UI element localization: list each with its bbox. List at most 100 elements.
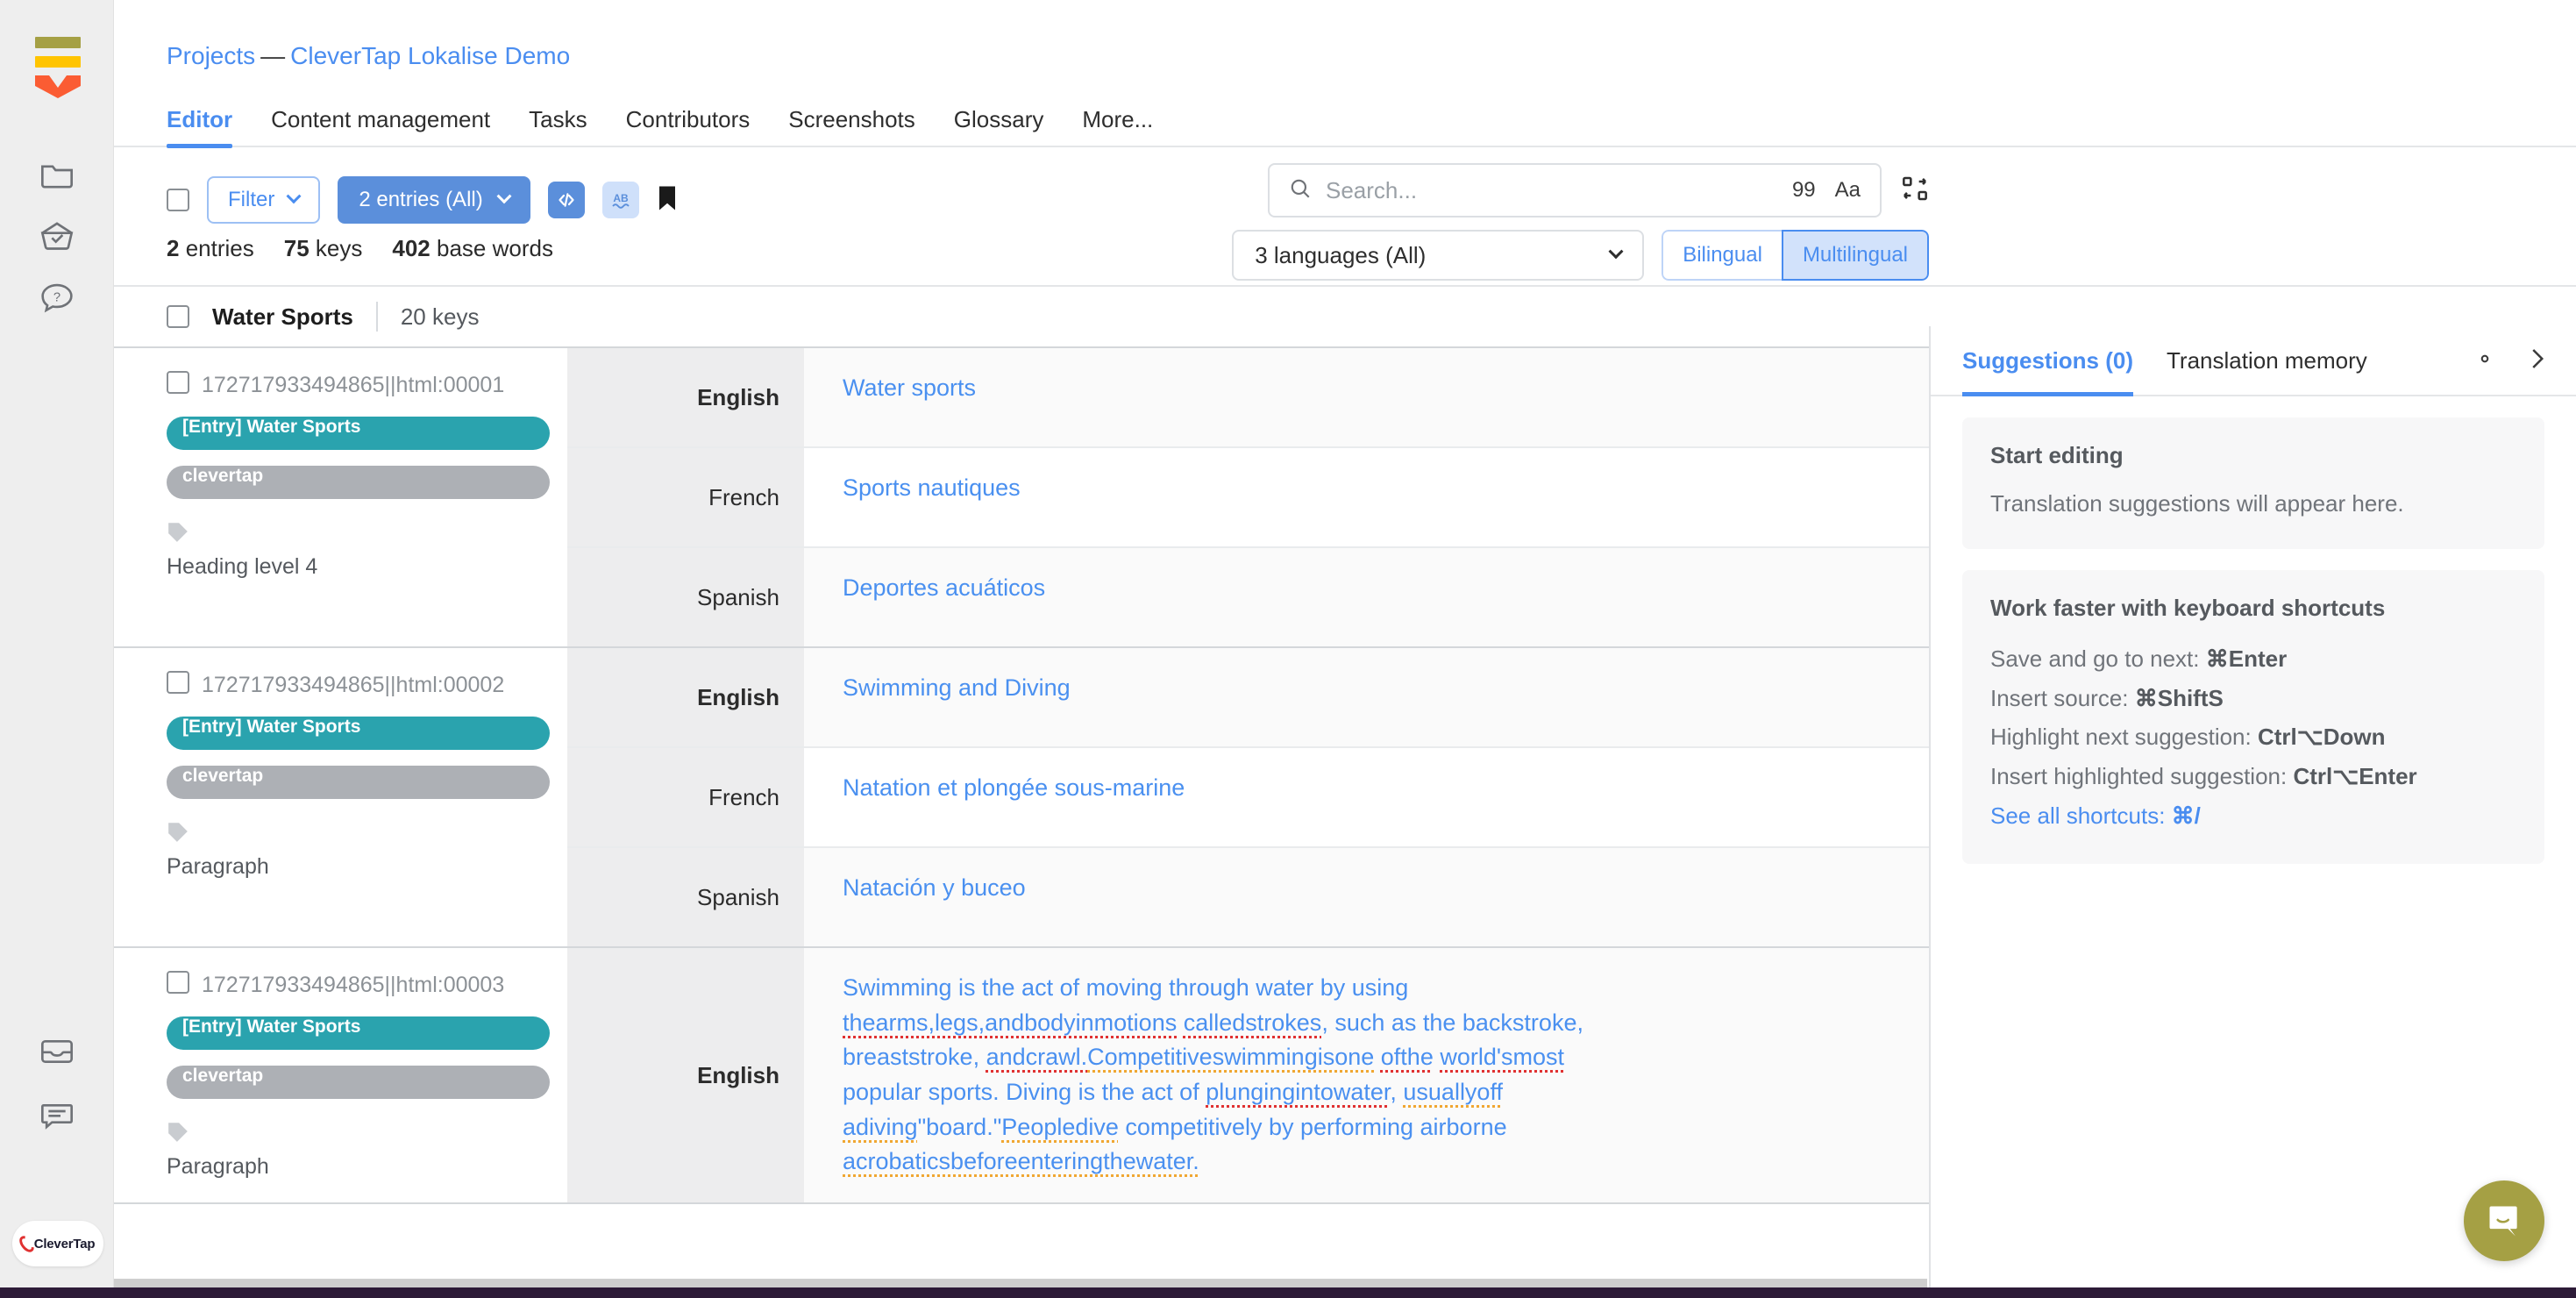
shortcut-line: Highlight next suggestion: Ctrl⌥Down (1990, 717, 2516, 757)
row-select-checkbox[interactable] (167, 371, 189, 394)
code-tags-icon[interactable] (547, 182, 585, 218)
key-id: 172717933494865||html:00003 (202, 973, 505, 997)
shortcut-label: Save and go to next: (1990, 645, 2206, 672)
inbox-icon[interactable] (33, 1028, 81, 1075)
chevron-down-icon (286, 189, 302, 204)
translation-value[interactable]: Natation et plongée sous-marine (843, 771, 1185, 806)
toolbar-left-group: Filter 2 entries (All) AB (114, 176, 678, 224)
left-rail: ? CleverTap (0, 0, 114, 1298)
multilingual-toggle[interactable]: Multilingual (1781, 230, 1929, 281)
search-box[interactable]: 99 Aa (1268, 163, 1882, 218)
select-all-checkbox[interactable] (167, 189, 189, 211)
tab-tasks[interactable]: Tasks (529, 106, 587, 146)
search-input[interactable] (1326, 176, 1778, 204)
bilingual-toggle[interactable]: Bilingual (1662, 230, 1782, 281)
account-badge[interactable]: CleverTap (12, 1221, 103, 1266)
key-cell: 172717933494865||html:00001 [Entry] Wate… (114, 348, 567, 646)
chevron-down-icon (496, 189, 512, 204)
bookmark-icon[interactable] (657, 185, 678, 216)
tab-more[interactable]: More... (1082, 106, 1153, 146)
shortcut-keys: Ctrl⌥Enter (2293, 763, 2417, 790)
entry-tag[interactable]: [Entry] Water Sports (167, 1016, 550, 1050)
count-entries-number: 2 (167, 235, 180, 261)
filter-button-label: Filter (228, 188, 275, 211)
panel-tabs: Suggestions (0) Translation memory (1931, 326, 2576, 396)
key-type-label: Heading level 4 (167, 553, 318, 579)
breadcrumb-projects[interactable]: Projects (167, 42, 255, 69)
translation-value[interactable]: Water sports (843, 371, 976, 406)
projects-icon[interactable] (33, 151, 81, 198)
project-tag[interactable]: clevertap (167, 765, 550, 799)
ab-spellcheck-icon[interactable]: AB (601, 182, 639, 218)
tab-screenshots[interactable]: Screenshots (788, 106, 915, 146)
key-cell: 172717933494865||html:00003 [Entry] Wate… (114, 948, 567, 1203)
breadcrumb-project[interactable]: CleverTap Lokalise Demo (290, 42, 570, 69)
project-tag[interactable]: clevertap (167, 1065, 550, 1099)
logo-bar-olive (35, 37, 81, 48)
entries-selector-button[interactable]: 2 entries (All) (338, 176, 530, 224)
search-result-count: 99 (1791, 178, 1816, 202)
horizontal-scrollbar[interactable] (114, 1279, 1927, 1287)
nav-tabs: Editor Content management Tasks Contribu… (114, 93, 2576, 148)
shortcut-line: Save and go to next: ⌘Enter (1990, 639, 2516, 679)
entry-tag[interactable]: [Entry] Water Sports (167, 716, 550, 750)
svg-text:AB: AB (613, 192, 629, 204)
translation-value[interactable]: Sports nautiques (843, 471, 1021, 506)
language-name: French (567, 748, 804, 846)
translation-value[interactable]: Deportes acuáticos (843, 571, 1045, 606)
entry-tag[interactable]: [Entry] Water Sports (167, 416, 550, 450)
gear-icon[interactable] (2473, 346, 2497, 375)
project-tag[interactable]: clevertap (167, 465, 550, 499)
shortcuts-card: Work faster with keyboard shortcuts Save… (1962, 570, 2544, 864)
chevron-down-icon (1608, 244, 1624, 260)
count-entries-word: entries (185, 235, 254, 261)
filter-button[interactable]: Filter (207, 176, 321, 224)
language-name: Spanish (567, 548, 804, 646)
row-select-checkbox[interactable] (167, 671, 189, 694)
shortcuts-title: Work faster with keyboard shortcuts (1990, 595, 2386, 621)
tab-content-management[interactable]: Content management (271, 106, 490, 146)
group-name: Water Sports (212, 303, 353, 330)
language-name: English (567, 948, 804, 1203)
tab-glossary[interactable]: Glossary (954, 106, 1044, 146)
panel-tools (2473, 346, 2546, 376)
svg-text:?: ? (53, 291, 60, 305)
tab-translation-memory[interactable]: Translation memory (2167, 326, 2367, 395)
language-name: Spanish (567, 848, 804, 946)
start-editing-card: Start editing Translation suggestions wi… (1962, 417, 2544, 549)
app-root: ? CleverTap Projects — CleverTap Lokalise … (0, 0, 2576, 1298)
editor-toolbar: Filter 2 entries (All) AB Search... 99 A… (114, 147, 2576, 281)
tasks-basket-icon[interactable] (33, 212, 81, 260)
tab-editor[interactable]: Editor (167, 106, 233, 148)
toolbar-right-group: 99 Aa 3 languages (All) (1232, 163, 1929, 281)
lokalise-logo[interactable] (35, 37, 81, 98)
key-id: 172717933494865||html:00001 (202, 373, 505, 397)
row-select-checkbox[interactable] (167, 971, 189, 994)
tag-icon (167, 820, 550, 847)
translation-value[interactable]: Swimming and Diving (843, 671, 1071, 706)
shortcut-label: Insert source: (1990, 684, 2135, 711)
help-icon[interactable]: ? (33, 274, 81, 321)
messages-icon[interactable] (33, 1092, 81, 1139)
see-all-keys: ⌘/ (2171, 802, 2201, 829)
tag-icon (167, 1120, 550, 1147)
shortcut-label: Highlight next suggestion: (1990, 724, 2258, 751)
group-select-checkbox[interactable] (167, 305, 189, 328)
logo-bar-yellow (35, 56, 81, 68)
language-selector-label: 3 languages (All) (1255, 241, 1427, 268)
chat-bubble-icon[interactable] (2464, 1180, 2544, 1261)
translation-value[interactable]: Swimming is the act of moving through wa… (843, 971, 1649, 1180)
tab-suggestions[interactable]: Suggestions (0) (1962, 326, 2134, 396)
key-type-label: Paragraph (167, 853, 269, 879)
see-all-shortcuts-link[interactable]: See all shortcuts: ⌘/ (1990, 796, 2516, 836)
shortcut-keys: ⌘Enter (2205, 645, 2288, 672)
language-selector[interactable]: 3 languages (All) (1232, 230, 1645, 281)
language-name: English (567, 348, 804, 446)
search-row: 99 Aa (1268, 163, 1929, 218)
search-case-toggle[interactable]: Aa (1835, 178, 1861, 203)
chevron-right-icon[interactable] (2527, 346, 2546, 376)
layout-switch-icon[interactable] (1901, 175, 1929, 207)
key-cell: 172717933494865||html:00002 [Entry] Wate… (114, 648, 567, 946)
tab-contributors[interactable]: Contributors (626, 106, 751, 146)
translation-value[interactable]: Natación y buceo (843, 871, 1026, 906)
